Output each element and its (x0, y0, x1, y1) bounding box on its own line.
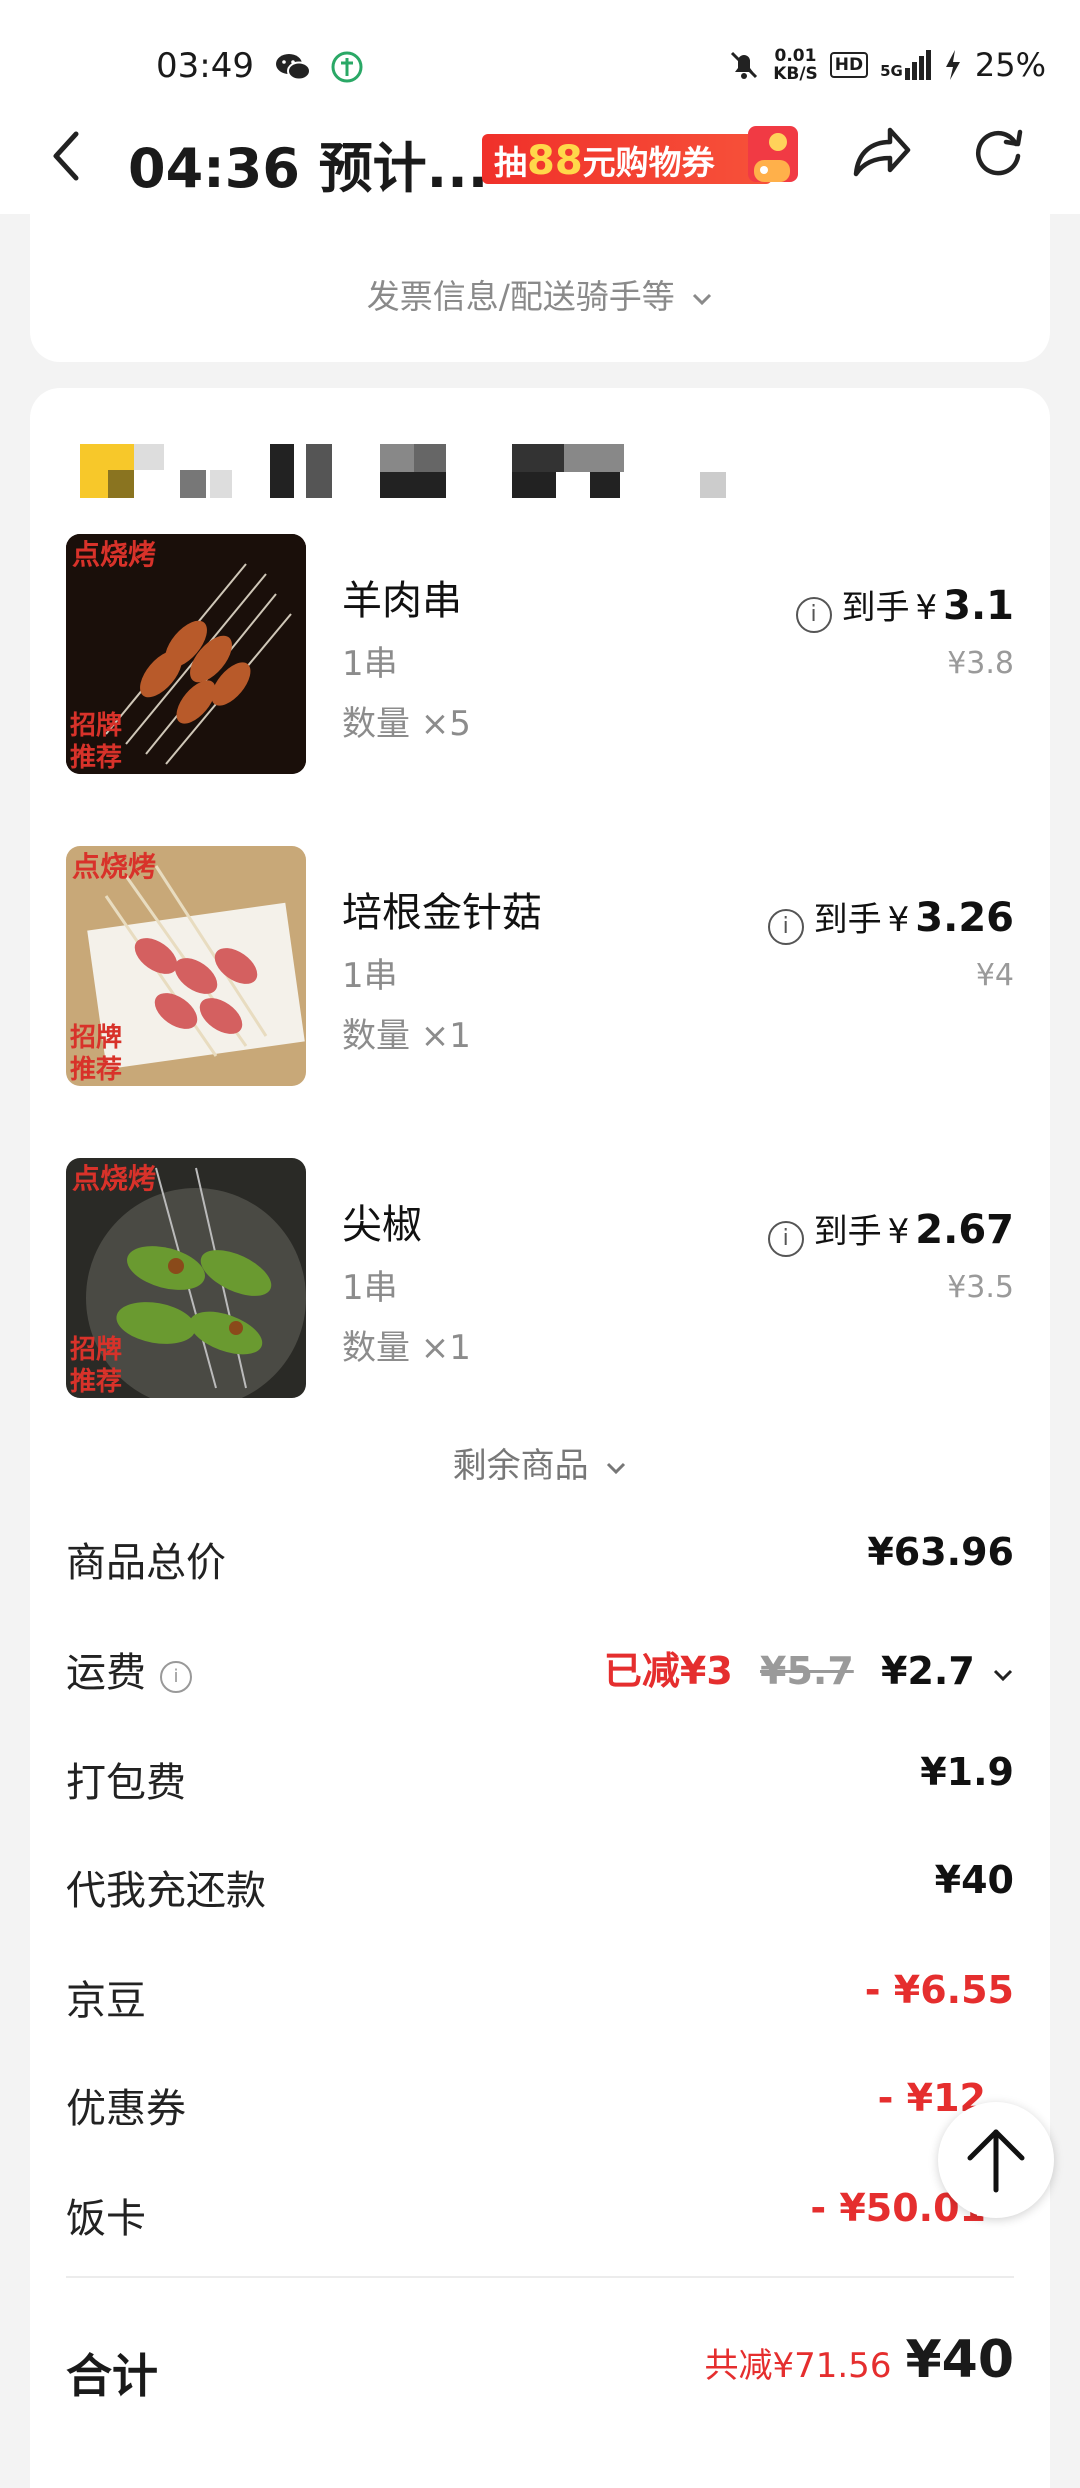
chevron-down-icon (607, 1462, 626, 1475)
mute-bell-icon (731, 51, 758, 79)
promo-banner[interactable]: 抽88元购物券 (482, 126, 802, 186)
chevron-down-icon (693, 293, 712, 306)
item-original-price: ¥3.5 (947, 1270, 1014, 1305)
svg-text:点烧烤: 点烧烤 (72, 850, 156, 883)
gift-box-icon (748, 126, 798, 182)
item-final-price: i 到手 ¥3.26 (767, 892, 1014, 945)
item-quantity: 数量 ×1 (342, 1328, 471, 1368)
wechat-icon (276, 54, 311, 81)
remaining-items-toggle[interactable]: 剩余商品 (0, 1438, 1080, 1487)
item-quantity: 数量 ×1 (342, 1016, 471, 1056)
item-name: 培根金针菇 (342, 890, 542, 936)
svg-text:推荐: 推荐 (70, 1367, 122, 1397)
status-bar: 03:49 0.01 KB/S HD 5G 25% (0, 0, 1080, 110)
delivery-original: ¥5.7 (760, 1649, 854, 1693)
info-icon[interactable]: i (795, 597, 832, 633)
delivery-final: ¥2.7 (881, 1649, 975, 1693)
nav-bar: 04:36 预计... 抽88元购物券 (0, 110, 1080, 214)
topup-label: 代我充还款 (66, 1868, 266, 1914)
delivery-fee-label: 运费 i (66, 1640, 192, 1698)
back-to-top-button[interactable] (938, 2102, 1054, 2218)
invoice-toggle[interactable]: 发票信息/配送骑手等 (30, 270, 1050, 318)
item-quantity: 数量 ×5 (342, 704, 471, 744)
goods-total-value: ¥63.96 (867, 1530, 1014, 1574)
app-status-icon (331, 51, 363, 83)
total-summary: 共减¥71.56 ¥40 (704, 2330, 1014, 2390)
jingdou-value: - ¥6.55 (864, 1968, 1014, 2012)
coupon-label: 优惠券 (66, 2086, 186, 2132)
item-name: 羊肉串 (342, 578, 462, 624)
jingdou-label: 京豆 (66, 1978, 146, 2024)
total-label: 合计 (66, 2349, 158, 2403)
svg-text:点烧烤: 点烧烤 (72, 1162, 156, 1195)
share-icon[interactable] (848, 122, 914, 182)
item-spec: 1串 (342, 956, 398, 996)
status-right: 0.01 KB/S HD 5G 25% (727, 46, 1046, 84)
info-icon[interactable]: i (160, 1661, 192, 1693)
item-image[interactable]: 点烧烤 招牌 推荐 (66, 534, 306, 774)
net-speed: 0.01 KB/S (773, 46, 818, 84)
promo-amount: 88 (527, 138, 583, 184)
item-original-price: ¥4 (975, 958, 1014, 993)
promo-prefix: 抽 (494, 143, 527, 182)
delivery-fee-value[interactable]: 已减¥3 ¥5.7 ¥2.7 (604, 1640, 1014, 1695)
invoice-label: 发票信息/配送骑手等 (366, 277, 675, 316)
store-name-redacted (80, 444, 740, 498)
back-arrow-icon[interactable] (44, 126, 92, 186)
page-title: 04:36 预计... (128, 137, 489, 200)
meal-card-label: 饭卡 (66, 2196, 146, 2242)
info-icon[interactable]: i (767, 1221, 804, 1257)
item-spec: 1串 (342, 1268, 398, 1308)
item-spec: 1串 (342, 644, 398, 684)
info-icon[interactable]: i (767, 909, 804, 945)
svg-text:推荐: 推荐 (70, 743, 122, 773)
arrow-up-icon (967, 2129, 1025, 2193)
item-image[interactable]: 点烧烤 招牌 推荐 (66, 846, 306, 1086)
battery-level: 25% (974, 46, 1046, 84)
item-final-price: i 到手 ¥3.1 (795, 580, 1014, 633)
chevron-down-icon (993, 1669, 1013, 1682)
svg-text:点烧烤: 点烧烤 (72, 538, 156, 571)
delivery-discount: 已减¥3 (603, 1649, 733, 1693)
topup-value: ¥40 (934, 1858, 1014, 1902)
invoice-card: 发票信息/配送骑手等 (30, 214, 1050, 362)
svg-text:招牌: 招牌 (70, 710, 122, 741)
svg-text:招牌: 招牌 (70, 1022, 122, 1053)
refresh-icon[interactable] (968, 122, 1028, 182)
total-value: ¥40 (905, 2330, 1014, 2390)
remaining-items-label: 剩余商品 (452, 1446, 589, 1486)
status-time: 03:49 (156, 46, 254, 86)
svg-text:推荐: 推荐 (70, 1055, 122, 1085)
divider (66, 2276, 1014, 2278)
item-image[interactable]: 点烧烤 招牌 推荐 (66, 1158, 306, 1398)
item-final-price: i 到手 ¥2.67 (767, 1204, 1014, 1257)
item-name: 尖椒 (342, 1202, 422, 1248)
hd-badge: HD (829, 52, 869, 78)
svg-text:招牌: 招牌 (70, 1334, 122, 1365)
total-saved: 共减¥71.56 (704, 2346, 892, 2386)
packing-fee-label: 打包费 (66, 1760, 186, 1806)
item-original-price: ¥3.8 (947, 646, 1014, 681)
charging-icon (945, 50, 960, 80)
signal-icon: 5G (880, 50, 931, 80)
goods-total-label: 商品总价 (66, 1540, 226, 1586)
promo-suffix: 元购物券 (582, 143, 715, 182)
packing-fee-value: ¥1.9 (920, 1750, 1014, 1794)
